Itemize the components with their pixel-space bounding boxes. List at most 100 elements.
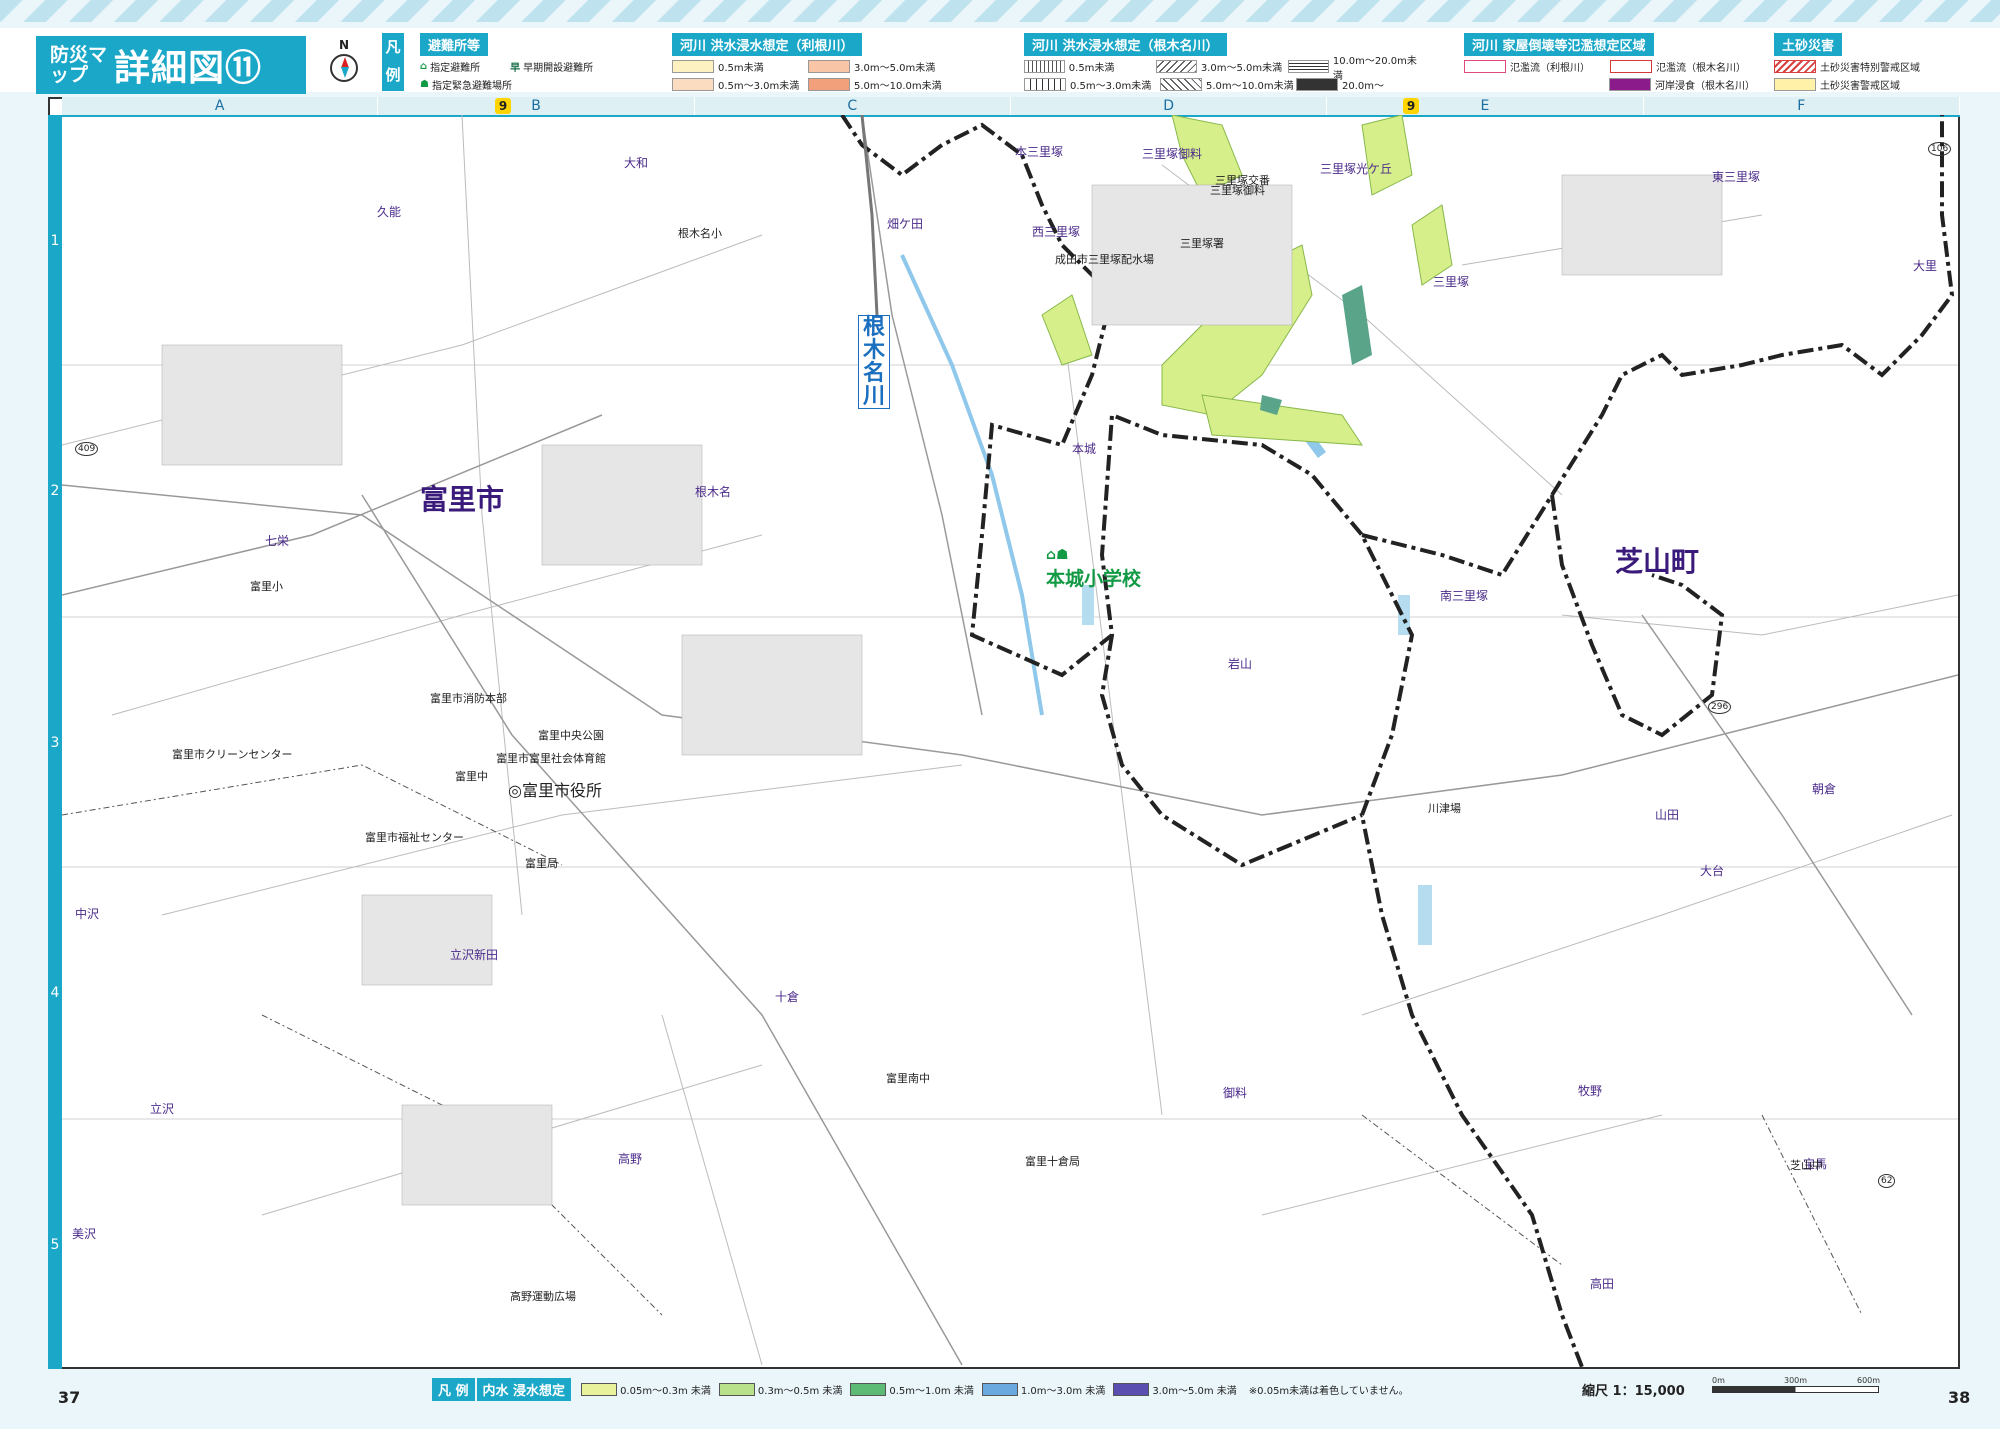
house-item: 氾濫流（利根川）	[1510, 63, 1590, 74]
house-swatch	[1610, 60, 1652, 73]
poi-label: 富里市富里社会体育館	[496, 752, 606, 765]
city-hall-label: ◎富里市役所	[508, 781, 602, 800]
poi-label: 富里市福祉センター	[365, 831, 464, 844]
place-label: 中沢	[75, 907, 100, 921]
adjacent-map-badge[interactable]: 9	[495, 98, 511, 114]
place-label: 牧野	[1578, 1084, 1603, 1098]
legend-shelter: 避難所等 ⌂ 指定避難所 早早期開設避難所 ☗ 指定緊急避難場所	[420, 33, 660, 92]
poi-label: 富里十倉局	[1025, 1155, 1080, 1168]
grid-col-label: D	[1011, 97, 1328, 115]
place-label: 立沢	[150, 1102, 175, 1116]
compass-icon	[330, 54, 358, 82]
scale-label: 縮尺 1：15,000	[1582, 1384, 1685, 1399]
tone-item: 3.0m～5.0m未満	[854, 63, 936, 74]
adjacent-map-badge[interactable]: 9	[1403, 98, 1419, 114]
footer-legend-tag: 凡 例	[432, 1378, 475, 1401]
poi-label: 富里中央公園	[538, 729, 604, 742]
municipal-boundary	[840, 115, 1955, 1367]
route-shield: 106	[1928, 142, 1952, 156]
legend-shelter-item: 指定避難所	[430, 63, 481, 74]
column-bar: A B C D E F	[62, 97, 1960, 117]
place-label: 十倉	[775, 990, 800, 1004]
poi-label: 芝山中	[1790, 1159, 1823, 1172]
place-label: 東三里塚	[1712, 170, 1761, 184]
river-label: 根木名川	[858, 315, 890, 409]
poi-label: 富里局	[525, 857, 558, 870]
inner-flood-item: 0.3m～0.5m 未満	[757, 1386, 843, 1397]
inner-flood-item: 0.05m～0.3m 未満	[620, 1386, 711, 1397]
place-label: 美沢	[72, 1227, 97, 1241]
place-label: 久能	[377, 205, 402, 219]
place-label: 大台	[1700, 864, 1725, 878]
place-label: 根木名	[695, 485, 732, 499]
main-roads	[62, 115, 1958, 1366]
inner-flood-swatch	[718, 1383, 755, 1396]
tone-swatch	[808, 78, 850, 91]
sediment-item: 土砂災害警戒区域	[1820, 81, 1900, 92]
poi-label: 三里塚署	[1180, 237, 1224, 250]
scale-tick: 600m	[1857, 1376, 1881, 1385]
map-title: 防災マップ 詳細図⑪	[36, 36, 306, 94]
place-label: 御料	[1223, 1086, 1248, 1100]
negi-swatch	[1024, 60, 1065, 73]
legend-shelter-item: 指定緊急避難場所	[431, 81, 512, 92]
legend-shelter-item: 早期開設避難所	[523, 63, 594, 74]
inner-flood-swatch	[981, 1383, 1018, 1396]
negi-swatch	[1160, 78, 1202, 91]
place-label: 岩山	[1228, 657, 1253, 671]
place-label: 三里塚	[1433, 275, 1470, 289]
inner-flood-item: 1.0m～3.0m 未満	[1020, 1386, 1106, 1397]
river-line	[900, 254, 1044, 716]
tone-item: 5.0m～10.0m未満	[854, 81, 942, 92]
place-label: 七栄	[265, 534, 290, 548]
place-label: 本三里塚	[1015, 145, 1064, 159]
legend-tag: 凡例	[382, 33, 404, 91]
urban-blocks	[161, 174, 1723, 1206]
footer-inner-tag: 内水 浸水想定	[476, 1378, 572, 1401]
rail-line	[860, 115, 879, 316]
school-label: ⌂☗ 本城小学校	[1046, 542, 1141, 591]
grid-row-label: 1	[50, 233, 60, 249]
grid-row-label: 4	[50, 985, 60, 1001]
house-item: 氾濫流（根木名川）	[1656, 63, 1746, 74]
legend-house-heading: 河川 家屋倒壊等氾濫想定区域	[1464, 33, 1654, 56]
scale-bar: 0m 300m 600m	[1712, 1376, 1881, 1398]
route-shield: 409	[75, 442, 99, 456]
place-label: 立沢新田	[450, 948, 499, 962]
map-canvas[interactable]	[62, 115, 1958, 1367]
footer-legend: 凡 例 内水 浸水想定 0.05m～0.3m 未満 0.3m～0.5m 未満 0…	[432, 1378, 1409, 1401]
grid-row-label: 3	[50, 735, 60, 751]
title-big: 詳細図⑪	[114, 48, 263, 89]
poi-label: 富里小	[250, 580, 283, 593]
grid-col-label: B	[378, 97, 695, 115]
negi-item: 0.5m未満	[1068, 63, 1115, 74]
sediment-item: 土砂災害特別警戒区域	[1820, 63, 1920, 74]
house-item: 河岸浸食（根木名川）	[1655, 81, 1755, 92]
scale-tick: 0m	[1712, 1376, 1725, 1385]
city-label: 富里市	[420, 483, 505, 516]
scale-bar-graphic	[1712, 1386, 1879, 1393]
inner-flood-swatch	[581, 1383, 618, 1396]
place-label: 朝倉	[1812, 782, 1837, 796]
grid-col-label: C	[695, 97, 1011, 115]
scale-tick: 300m	[1784, 1376, 1808, 1385]
legend-tone-heading: 河川 洪水浸水想定（利根川）	[672, 33, 862, 56]
shelter-icon: ⌂	[420, 61, 428, 72]
tone-item: 0.5m未満	[718, 63, 764, 74]
negi-swatch	[1288, 60, 1329, 73]
legend-shelter-heading: 避難所等	[420, 33, 489, 56]
district-lines	[62, 764, 1863, 1316]
poi-label: 富里市クリーンセンター	[172, 748, 293, 761]
inner-flood-item: 3.0m～5.0m 未満	[1152, 1386, 1237, 1397]
negi-item: 5.0m～10.0m未満	[1206, 81, 1294, 92]
inner-flood-swatch	[1113, 1383, 1150, 1396]
negi-swatch	[1296, 78, 1338, 91]
house-swatch	[1464, 60, 1506, 73]
grid-col-label: A	[62, 97, 379, 115]
grid-col-label: E	[1327, 97, 1644, 115]
place-label: 三里塚御料	[1142, 147, 1203, 161]
grid-lines	[62, 364, 1958, 1120]
footer-note: ※0.05m未満は着色していません。	[1248, 1386, 1409, 1397]
top-stripe	[0, 0, 2000, 22]
row-bar: 1 2 3 4 5	[48, 115, 62, 1369]
